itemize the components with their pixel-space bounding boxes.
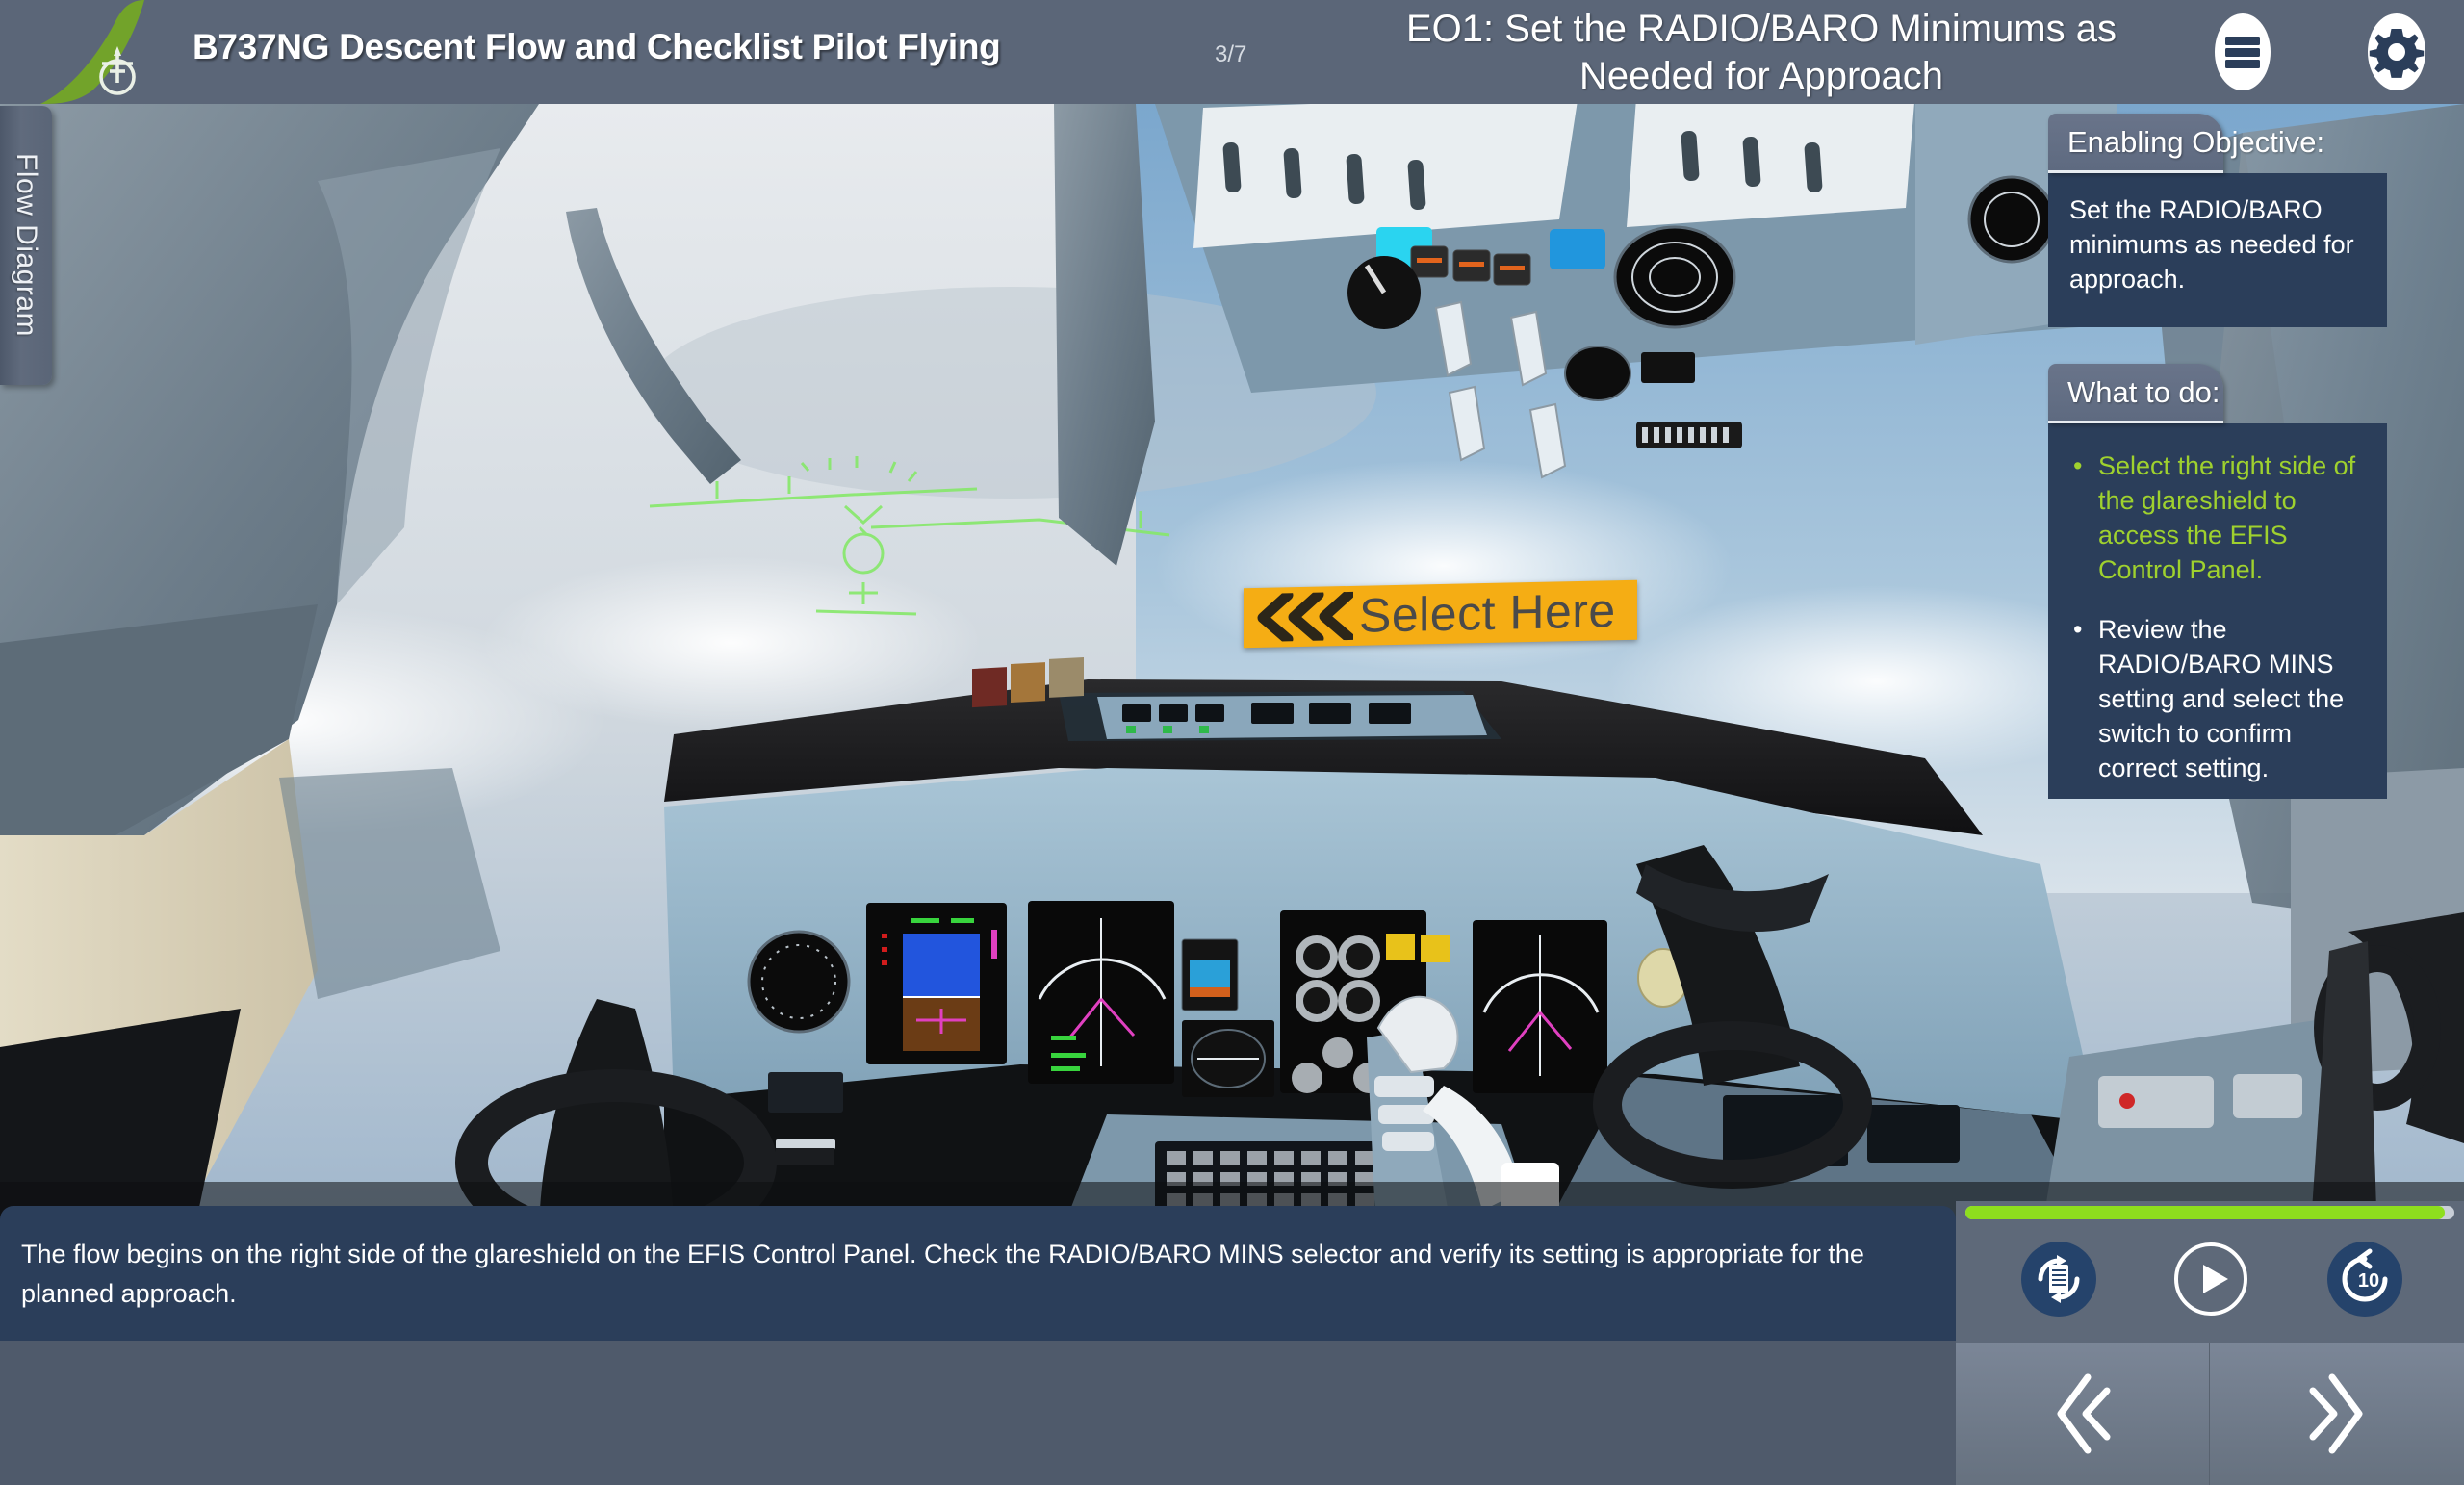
player-controls-bar: 10 <box>1956 1201 2464 1343</box>
next-slide-button[interactable] <box>2210 1343 2464 1485</box>
slide-navigation-bar <box>1956 1343 2464 1485</box>
app-root: Select Here Flow Diagram Enabling Object… <box>0 0 2464 1485</box>
progress-bar-fill <box>1965 1206 2445 1219</box>
flow-diagram-label: Flow Diagram <box>11 153 42 338</box>
double-chevron-left-icon <box>2057 1373 2110 1454</box>
enabling-objective-tab[interactable]: Enabling Objective: <box>2048 114 2324 173</box>
double-chevron-right-icon <box>2309 1373 2363 1454</box>
enabling-objective-title: EO1: Set the RADIO/BARO Minimums as Need… <box>1406 8 2117 97</box>
what-to-do-list: Select the right side of the glareshield… <box>2069 448 2366 785</box>
rewind-10-label: 10 <box>2358 1270 2379 1292</box>
logo-icon <box>40 0 144 104</box>
page-title: B737NG Descent Flow and Checklist Pilot … <box>192 27 1001 66</box>
enabling-objective-tab-label: Enabling Objective: <box>2067 124 2325 159</box>
hotspot-label: Select Here <box>1359 583 1616 643</box>
settings-button[interactable] <box>2356 12 2437 92</box>
what-to-do-panel: What to do: Select the right side of the… <box>2048 364 2387 799</box>
replay-slide-button[interactable] <box>2021 1242 2096 1317</box>
double-chevron-left-icon <box>1253 586 1353 648</box>
gear-icon <box>2368 13 2426 90</box>
what-to-do-item: Review the RADIO/BARO MINS setting and s… <box>2069 612 2366 785</box>
menu-button[interactable] <box>2202 12 2283 92</box>
replay-document-icon <box>2021 1242 2096 1317</box>
previous-slide-button[interactable] <box>1956 1343 2210 1485</box>
rewind-10-icon: 10 <box>2327 1242 2402 1317</box>
chevron-group <box>1257 591 1353 643</box>
page-counter: 3/7 <box>1215 41 1247 67</box>
enabling-objective-body: Set the RADIO/BARO minimums as needed fo… <box>2048 173 2387 327</box>
caption-text: The flow begins on the right side of the… <box>21 1240 1864 1308</box>
enabling-objective-panel: Enabling Objective: Set the RADIO/BARO m… <box>2048 114 2387 327</box>
hamburger-menu-icon <box>2215 13 2271 90</box>
app-header: B737NG Descent Flow and Checklist Pilot … <box>0 0 2464 104</box>
what-to-do-body: Select the right side of the glareshield… <box>2048 423 2387 799</box>
select-here-hotspot[interactable]: Select Here <box>1244 579 1637 649</box>
what-to-do-item: Select the right side of the glareshield… <box>2069 448 2366 587</box>
play-button[interactable] <box>2173 1242 2248 1317</box>
what-to-do-tab-label: What to do: <box>2067 374 2220 409</box>
airline-tail-fin-logo <box>37 0 152 104</box>
play-icon <box>2174 1242 2247 1316</box>
enabling-objective-text: Set the RADIO/BARO minimums as needed fo… <box>2069 195 2354 294</box>
progress-bar-track[interactable] <box>1965 1206 2454 1219</box>
rewind-10-button[interactable]: 10 <box>2327 1242 2402 1317</box>
what-to-do-tab[interactable]: What to do: <box>2048 364 2223 423</box>
caption-bar: The flow begins on the right side of the… <box>0 1206 1956 1341</box>
flow-diagram-tab[interactable]: Flow Diagram <box>0 106 52 385</box>
